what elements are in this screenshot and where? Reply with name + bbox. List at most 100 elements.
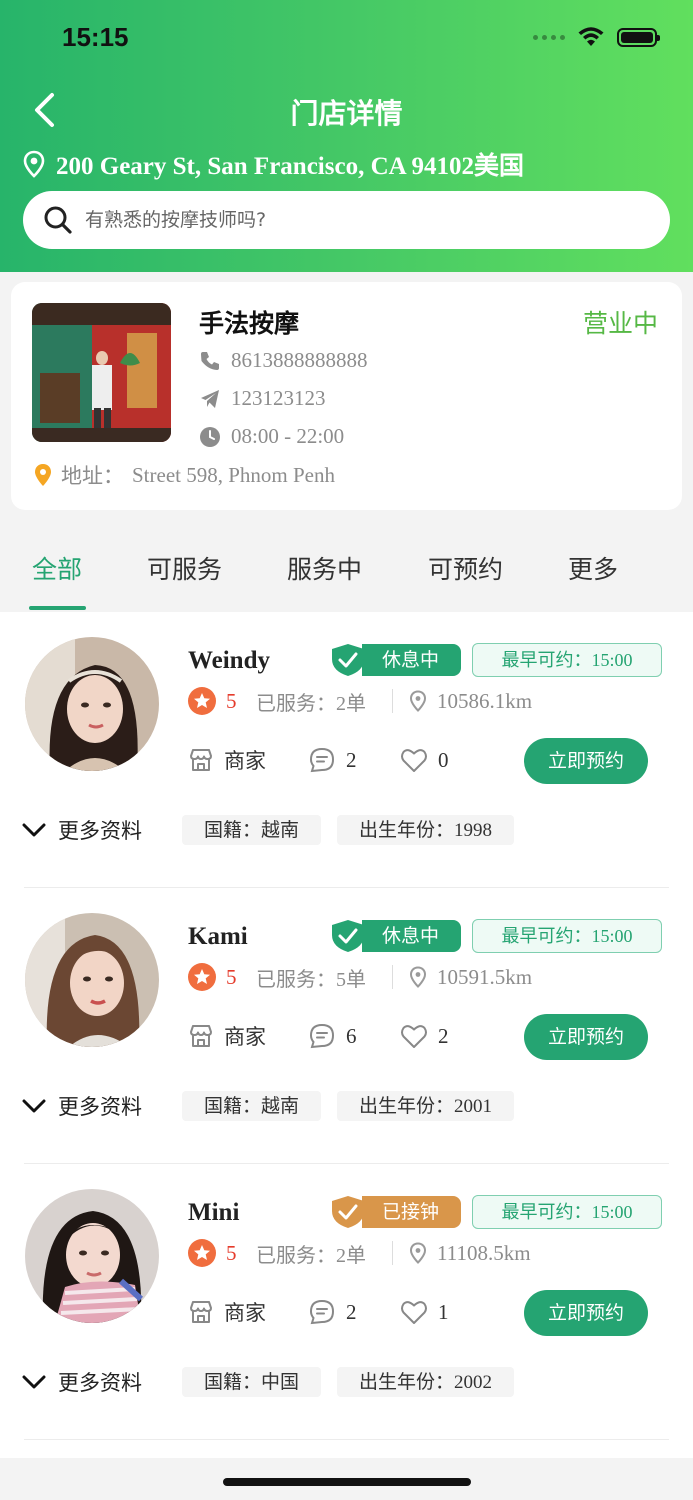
store-photo xyxy=(32,303,171,442)
status-label: 休息中 xyxy=(362,644,462,676)
signal-icon xyxy=(533,34,565,40)
served-count: 已服务：2单 xyxy=(256,687,392,716)
search-input[interactable] xyxy=(85,209,625,231)
comments-value: 6 xyxy=(346,1023,357,1048)
comments-value: 2 xyxy=(346,1299,357,1324)
status-time: 15:15 xyxy=(62,22,129,52)
technician-card[interactable]: Mini 已接钟 最早可约：15:00 5 已服务：2单 11108.5km 商… xyxy=(0,1164,693,1440)
address-text: 200 Geary St, San Francisco, CA 94102美国 xyxy=(56,153,525,180)
store-telegram[interactable]: 123123123 xyxy=(199,386,326,411)
rating-value: 5 xyxy=(226,1240,237,1265)
store-icon xyxy=(190,749,212,771)
comments-count[interactable]: 2 xyxy=(308,1298,400,1326)
distance: 11108.5km xyxy=(409,1241,531,1266)
distance-value: 10591.5km xyxy=(437,964,533,989)
book-now-button[interactable]: 立即预约 xyxy=(524,1290,648,1336)
location-pin-icon xyxy=(409,966,427,988)
like-button[interactable]: 2 xyxy=(400,1023,449,1049)
store-address-label: 地址： xyxy=(61,464,124,488)
technician-avatar[interactable] xyxy=(25,637,159,771)
birth-year-chip: 出生年份：2002 xyxy=(337,1367,515,1397)
more-info-toggle[interactable]: 更多资料 国籍：越南 出生年份：2001 xyxy=(22,1090,530,1122)
store-status-badge: 营业中 xyxy=(582,309,658,338)
check-shield-icon xyxy=(332,920,364,952)
store-name: 手法按摩 xyxy=(199,309,300,338)
like-button[interactable]: 1 xyxy=(400,1299,449,1325)
more-info-toggle[interactable]: 更多资料 国籍：越南 出生年份：1998 xyxy=(22,814,530,846)
comment-icon xyxy=(309,1299,335,1325)
technician-card[interactable]: Kami 休息中 最早可约：15:00 5 已服务：5单 10591.5km 商… xyxy=(0,888,693,1164)
distance: 10591.5km xyxy=(409,965,532,990)
store-phone[interactable]: 8613888888888 xyxy=(199,348,368,373)
nationality-chip: 国籍：越南 xyxy=(182,815,322,845)
tab-bookable[interactable]: 可预约 xyxy=(428,550,503,586)
search-bar[interactable] xyxy=(23,191,670,249)
comments-count[interactable]: 2 xyxy=(308,746,400,774)
store-icon xyxy=(190,1025,212,1047)
rating-row: 5 已服务：2单 10586.1km xyxy=(188,686,532,716)
distance: 10586.1km xyxy=(409,689,532,714)
active-tab-indicator xyxy=(29,606,86,610)
heart-icon xyxy=(401,749,427,772)
earliest-appointment: 最早可约：15:00 xyxy=(472,1195,662,1229)
more-info-label: 更多资料 xyxy=(58,1371,142,1395)
chevron-down-icon xyxy=(22,1099,46,1113)
chevron-down-icon xyxy=(22,1375,46,1389)
earliest-appointment: 最早可约：15:00 xyxy=(472,643,662,677)
technician-name: Mini xyxy=(188,1199,240,1226)
heart-icon xyxy=(401,1025,427,1048)
stats-row: 商家 2 0 xyxy=(188,744,449,776)
served-label: 已服务： xyxy=(256,1242,336,1267)
more-info-label: 更多资料 xyxy=(58,819,142,843)
distance-value: 11108.5km xyxy=(437,1240,531,1265)
tab-more[interactable]: 更多 xyxy=(568,550,618,586)
merchant-link[interactable]: 商家 xyxy=(188,1021,308,1051)
like-button[interactable]: 0 xyxy=(400,747,449,773)
likes-value: 0 xyxy=(438,747,449,772)
filter-tabs: 全部 可服务 服务中 可预约 更多 xyxy=(0,518,693,612)
tab-all[interactable]: 全部 xyxy=(32,550,82,586)
divider xyxy=(392,965,393,989)
tab-in-service[interactable]: 服务中 xyxy=(287,550,362,586)
birth-year-chip: 出生年份：1998 xyxy=(337,815,515,845)
technician-avatar[interactable] xyxy=(25,913,159,1047)
wifi-icon xyxy=(578,27,604,46)
heart-icon xyxy=(401,1301,427,1324)
home-indicator xyxy=(223,1478,471,1486)
technician-avatar[interactable] xyxy=(25,1189,159,1323)
rating-row: 5 已服务：5单 10591.5km xyxy=(188,962,532,992)
comment-icon xyxy=(309,747,335,773)
technician-card[interactable]: Weindy 休息中 最早可约：15:00 5 已服务：2单 10586.1km xyxy=(0,612,693,888)
more-info-toggle[interactable]: 更多资料 国籍：中国 出生年份：2002 xyxy=(22,1366,530,1398)
merchant-label: 商家 xyxy=(224,1301,266,1325)
merchant-link[interactable]: 商家 xyxy=(188,745,308,775)
status-badge: 休息中 xyxy=(330,919,462,953)
earliest-time: 15:00 xyxy=(591,1202,633,1222)
technician-list: Weindy 休息中 最早可约：15:00 5 已服务：2单 10586.1km xyxy=(0,612,693,1458)
store-telegram-text: 123123123 xyxy=(231,386,326,410)
nationality-chip: 国籍：中国 xyxy=(182,1367,322,1397)
technician-name: Weindy xyxy=(188,647,270,674)
current-address[interactable]: 200 Geary St, San Francisco, CA 94102美国 xyxy=(22,146,524,182)
nationality-chip: 国籍：越南 xyxy=(182,1091,322,1121)
star-icon xyxy=(188,963,216,991)
store-phone-text: 8613888888888 xyxy=(231,348,368,372)
location-pin-icon xyxy=(35,464,51,486)
merchant-link[interactable]: 商家 xyxy=(188,1297,308,1327)
book-now-button[interactable]: 立即预约 xyxy=(524,738,648,784)
likes-value: 1 xyxy=(438,1299,449,1324)
tab-available[interactable]: 可服务 xyxy=(147,550,222,586)
location-pin-icon xyxy=(409,690,427,712)
check-shield-icon xyxy=(332,1196,364,1228)
store-hours: 08:00 - 22:00 xyxy=(199,424,344,449)
technician-name: Kami xyxy=(188,923,248,950)
store-address[interactable]: 地址： Street 598, Phnom Penh xyxy=(33,460,335,490)
star-icon xyxy=(188,687,216,715)
chevron-down-icon xyxy=(22,823,46,837)
served-value: 2单 xyxy=(336,1244,366,1267)
book-now-button[interactable]: 立即预约 xyxy=(524,1014,648,1060)
comments-count[interactable]: 6 xyxy=(308,1022,400,1050)
divider xyxy=(392,689,393,713)
earliest-label: 最早可约： xyxy=(501,1202,592,1223)
distance-value: 10586.1km xyxy=(437,688,533,713)
